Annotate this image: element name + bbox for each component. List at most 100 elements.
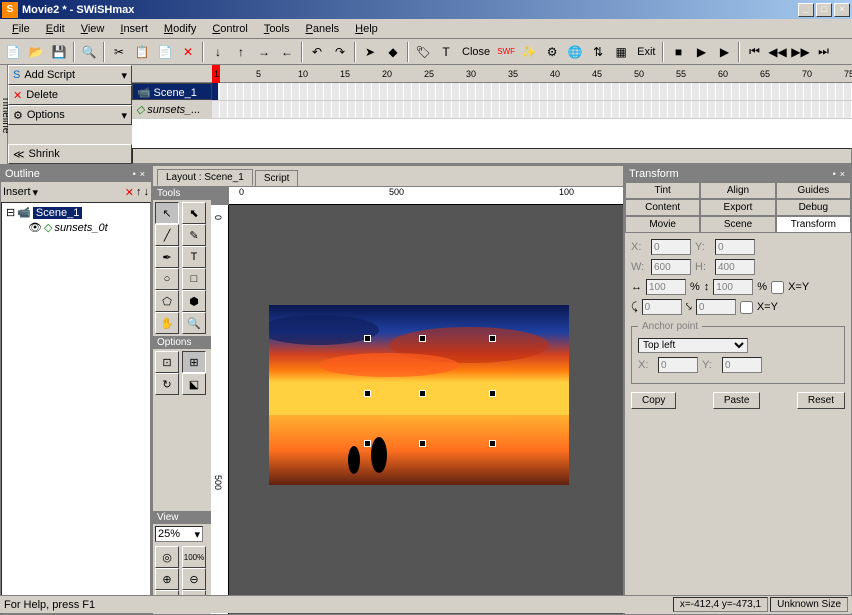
h-input[interactable]: [715, 259, 755, 275]
tab-transform[interactable]: Transform: [776, 216, 851, 233]
tree-root[interactable]: ⊟ 📹 Scene_1: [4, 205, 148, 220]
menu-insert[interactable]: Insert: [112, 21, 156, 37]
maximize-button[interactable]: □: [816, 3, 832, 17]
xy-lock2-checkbox[interactable]: [740, 301, 753, 314]
ftp-icon[interactable]: ⇅: [587, 41, 609, 63]
timeline-scene-label[interactable]: 📹 Scene_1: [132, 83, 212, 100]
outline-down-icon[interactable]: ↓: [144, 186, 150, 198]
transform-close-icon[interactable]: ×: [838, 169, 847, 179]
step-back-icon[interactable]: ◀◀: [766, 41, 788, 63]
insert-dropdown-icon[interactable]: ▾: [33, 186, 39, 199]
canvas[interactable]: [229, 205, 623, 614]
close-file-button[interactable]: Close: [458, 46, 494, 58]
play-icon[interactable]: ▶: [690, 41, 712, 63]
outline-tree[interactable]: ⊟ 📹 Scene_1 👁 ◇ sunsets_0t: [1, 202, 151, 614]
opt2-icon[interactable]: ⊞: [182, 351, 206, 373]
copy-button[interactable]: Copy: [631, 392, 676, 409]
tag-icon[interactable]: 🏷: [412, 41, 434, 63]
rect-tool-icon[interactable]: □: [182, 268, 206, 290]
paste-button[interactable]: Paste: [713, 392, 761, 409]
pen-tool-icon[interactable]: ✒: [155, 246, 179, 268]
menu-panels[interactable]: Panels: [298, 21, 348, 37]
options-button[interactable]: ⚙Options▾: [8, 105, 132, 125]
end-icon[interactable]: ⏭: [812, 41, 834, 63]
rotate-icon[interactable]: ↻: [155, 373, 179, 395]
sy-input[interactable]: [713, 279, 753, 295]
outline-up-icon[interactable]: ↑: [136, 186, 142, 198]
exit-button[interactable]: Exit: [633, 46, 659, 58]
menu-modify[interactable]: Modify: [156, 21, 204, 37]
save-icon[interactable]: 💾: [48, 41, 70, 63]
zoom-fit-icon[interactable]: ◎: [155, 546, 179, 568]
sx-input[interactable]: [646, 279, 686, 295]
swf-icon[interactable]: SWF: [495, 41, 517, 63]
tab-scene[interactable]: Scene: [700, 216, 775, 233]
redo-icon[interactable]: ↷: [329, 41, 351, 63]
ruler-horizontal[interactable]: 0 500 100: [229, 187, 623, 205]
eye-icon[interactable]: 👁: [28, 221, 42, 234]
stop-icon[interactable]: ■: [667, 41, 689, 63]
new-icon[interactable]: 📄: [2, 41, 24, 63]
zoom-tool-icon[interactable]: 🔍: [182, 312, 206, 334]
timeline-main[interactable]: 151015202530354045505560657075 📹 Scene_1…: [132, 65, 852, 164]
menu-help[interactable]: Help: [347, 21, 386, 37]
tab-align[interactable]: Align: [700, 182, 775, 199]
zoom-in-icon[interactable]: ⊕: [155, 568, 179, 590]
subselect-tool-icon[interactable]: ⬉: [182, 202, 206, 224]
menu-edit[interactable]: Edit: [38, 21, 73, 37]
delete-button[interactable]: ✕Delete: [8, 85, 132, 105]
pencil-tool-icon[interactable]: ✎: [182, 224, 206, 246]
find-icon[interactable]: 🔍: [78, 41, 100, 63]
text-icon[interactable]: T: [435, 41, 457, 63]
timeline-layer-label[interactable]: ◇ sunsets_...: [132, 101, 212, 118]
tab-export[interactable]: Export: [700, 199, 775, 216]
zoom-100-icon[interactable]: 100%: [182, 546, 206, 568]
fill-tool-icon[interactable]: ⬢: [182, 290, 206, 312]
tree-layer[interactable]: 👁 ◇ sunsets_0t: [4, 220, 148, 235]
timeline-scrollbar[interactable]: [132, 148, 852, 164]
globe-icon[interactable]: 🌐: [564, 41, 586, 63]
paste-icon[interactable]: 📄: [154, 41, 176, 63]
r2-input[interactable]: [696, 299, 736, 315]
opt1-icon[interactable]: ⊡: [155, 351, 179, 373]
insert-button[interactable]: Insert: [3, 186, 31, 198]
line-tool-icon[interactable]: ╱: [155, 224, 179, 246]
image-object[interactable]: [269, 305, 569, 485]
outline-pin-icon[interactable]: •: [131, 169, 138, 179]
hand-tool-icon[interactable]: ✋: [155, 312, 179, 334]
y-input[interactable]: [715, 239, 755, 255]
help-icon[interactable]: ◆: [382, 41, 404, 63]
wand-icon[interactable]: ✨: [518, 41, 540, 63]
transform-pin-icon[interactable]: •: [831, 169, 838, 179]
outline-close-icon[interactable]: ×: [138, 169, 147, 179]
add-script-button[interactable]: SAdd Script▾: [8, 65, 132, 85]
x-input[interactable]: [651, 239, 691, 255]
collapse-icon[interactable]: ⊟: [6, 206, 15, 219]
delete-icon[interactable]: ✕: [177, 41, 199, 63]
menu-file[interactable]: File: [4, 21, 38, 37]
menu-control[interactable]: Control: [204, 21, 255, 37]
arrow-up-icon[interactable]: ↑: [230, 41, 252, 63]
r1-input[interactable]: [642, 299, 682, 315]
menu-tools[interactable]: Tools: [256, 21, 298, 37]
zoom-combo[interactable]: 25%▾: [155, 526, 203, 542]
ay-input[interactable]: [722, 357, 762, 373]
tab-layout[interactable]: Layout : Scene_1: [157, 169, 253, 186]
timeline-ruler[interactable]: 151015202530354045505560657075: [132, 65, 852, 83]
copy-icon[interactable]: 📋: [131, 41, 153, 63]
rewind-icon[interactable]: ⏮: [743, 41, 765, 63]
tab-movie[interactable]: Movie: [625, 216, 700, 233]
tab-guides[interactable]: Guides: [776, 182, 851, 199]
undo-icon[interactable]: ↶: [306, 41, 328, 63]
minimize-button[interactable]: _: [798, 3, 814, 17]
ax-input[interactable]: [658, 357, 698, 373]
text-tool-icon[interactable]: T: [182, 246, 206, 268]
play-scene-icon[interactable]: ▶: [713, 41, 735, 63]
arrow-left-icon[interactable]: ←: [276, 41, 298, 63]
select-tool-icon[interactable]: ↖: [155, 202, 179, 224]
ellipse-tool-icon[interactable]: ○: [155, 268, 179, 290]
misc-icon[interactable]: ▦: [610, 41, 632, 63]
tab-tint[interactable]: Tint: [625, 182, 700, 199]
outline-delete-icon[interactable]: ✕: [125, 186, 134, 199]
anchor-select[interactable]: Top left: [638, 338, 748, 353]
